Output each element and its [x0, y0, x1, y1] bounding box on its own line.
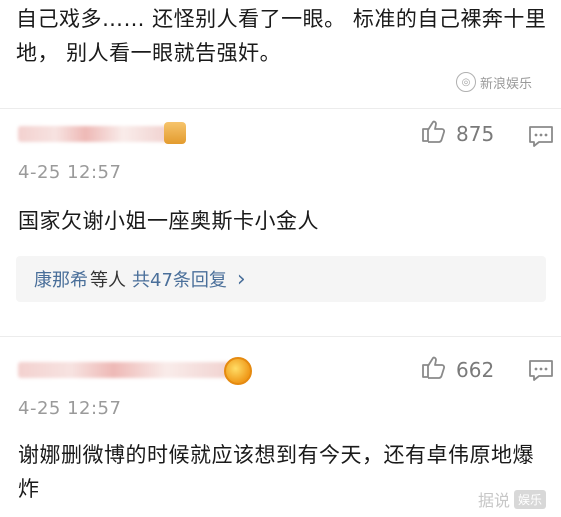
comment-time: 4-25 12:57 [18, 398, 122, 419]
like-button[interactable]: 875 [420, 118, 494, 149]
comment-time: 4-25 12:57 [18, 162, 122, 183]
chevron-right-icon: › [236, 266, 246, 292]
divider [0, 336, 561, 337]
reply-mid-text: 等人 [90, 270, 126, 291]
thumbs-up-icon [420, 354, 446, 385]
top-comment-text: 自己戏多…… 还怪别人看了一眼。 标准的自己裸奔十里地， 别人看一眼就告强奸。 [16, 7, 547, 65]
watermark-tag: 娱乐 [514, 489, 547, 509]
thumbs-up-icon [420, 118, 446, 149]
comment-text: 国家欠谢小姐一座奥斯卡小金人 [18, 209, 319, 233]
like-button[interactable]: 662 [420, 354, 494, 385]
divider [0, 108, 561, 109]
like-count: 875 [456, 121, 495, 146]
watermark-sina-text: 新浪娱乐 [480, 76, 533, 92]
comment-text: 谢娜删微博的时候就应该想到有今天，还有卓伟原地爆炸 [18, 443, 534, 501]
watermark-sina: ◎ 新浪娱乐 [456, 72, 532, 92]
reply-summary[interactable]: 康那希 等人 共47条回复 › [16, 256, 546, 302]
comment-icon[interactable] [528, 124, 554, 152]
username-blurred[interactable] [18, 362, 230, 378]
vip-badge-icon [164, 122, 186, 144]
watermark-jushuo-text: 据说 [478, 491, 511, 510]
reply-users-link[interactable]: 康那希 [34, 266, 88, 292]
like-count: 662 [456, 357, 495, 382]
weibo-logo-icon: ◎ [456, 72, 476, 92]
watermark-jushuo: 据说 娱乐 [478, 487, 547, 511]
comment-icon[interactable] [528, 358, 554, 386]
reply-count-link[interactable]: 共47条回复 [132, 266, 227, 292]
username-blurred[interactable] [18, 126, 168, 142]
member-badge-icon [224, 357, 252, 385]
